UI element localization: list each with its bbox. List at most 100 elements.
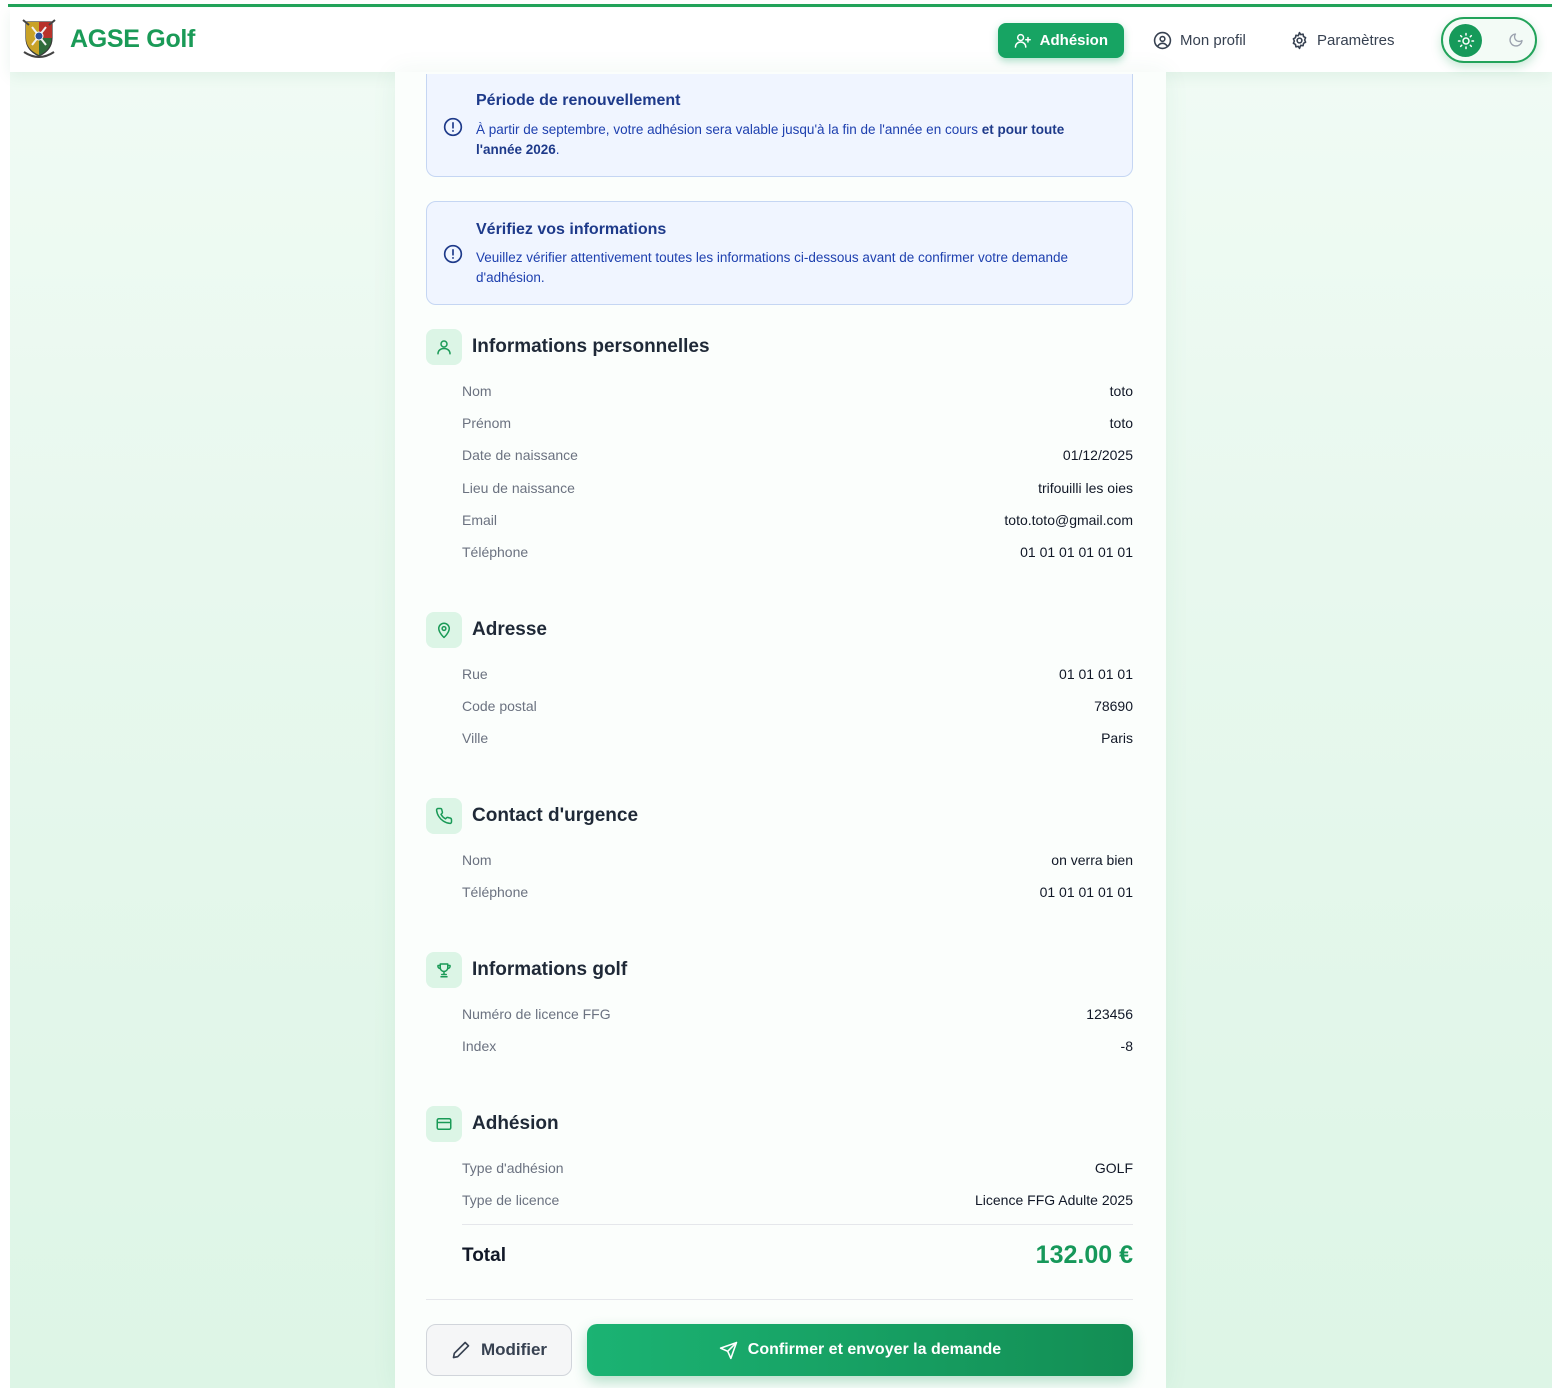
trophy-icon [437, 963, 451, 978]
info-row-phone: Téléphone 01 01 01 01 01 01 [462, 544, 1133, 564]
user-plus-icon [1014, 33, 1031, 48]
info-row-postal-code: Code postal 78690 [462, 698, 1133, 718]
info-row-index: Index -8 [462, 1038, 1133, 1058]
renewal-alert: Période de renouvellement À partir de se… [426, 74, 1133, 177]
section-icon-box [426, 329, 462, 365]
renewal-alert-text-end: . [555, 142, 560, 157]
info-row-membership-type: Type d'adhésion GOLF [462, 1160, 1133, 1180]
verify-alert-title: Vérifiez vos informations [476, 221, 667, 238]
golf-section-title: Informations golf [472, 959, 628, 980]
info-circle-icon [443, 244, 463, 264]
row-label: Téléphone [462, 544, 529, 560]
row-value: 01 01 01 01 [1059, 666, 1133, 682]
nav-adhesion-label: Adhésion [1039, 32, 1108, 49]
top-navbar: AGSE Golf Adhésion Mon profil Paramètres [10, 8, 1552, 72]
row-value: 01/12/2025 [1062, 447, 1133, 463]
info-row-city: Ville Paris [462, 730, 1133, 750]
row-value: toto [1109, 415, 1133, 431]
row-value: toto.toto@gmail.com [1004, 512, 1133, 528]
personal-section-title: Informations personnelles [472, 336, 710, 357]
pencil-icon [452, 1341, 470, 1359]
info-row-license-number: Numéro de licence FFG 123456 [462, 1006, 1133, 1026]
total-label: Total [462, 1245, 506, 1266]
info-circle-icon [443, 117, 463, 137]
section-icon-box [426, 952, 462, 988]
map-pin-icon [438, 622, 450, 639]
row-value: Paris [1101, 730, 1133, 746]
gear-icon [1292, 31, 1307, 50]
top-accent-bar [0, 0, 1552, 8]
row-value: toto [1109, 383, 1133, 399]
row-label: Rue [462, 666, 488, 682]
confirm-submit-button[interactable]: Confirmer et envoyer la demande [587, 1324, 1133, 1376]
nav-settings-label: Paramètres [1317, 32, 1395, 49]
renewal-alert-text-plain: À partir de septembre, votre adhésion se… [476, 122, 978, 137]
info-row-street: Rue 01 01 01 01 [462, 666, 1133, 686]
verify-alert: Vérifiez vos informations Veuillez vérif… [426, 201, 1133, 305]
nav-profile-link[interactable]: Mon profil [1137, 23, 1262, 58]
row-label: Lieu de naissance [462, 480, 575, 496]
row-value: 01 01 01 01 01 [1039, 884, 1133, 900]
info-row-birthdate: Date de naissance 01/12/2025 [462, 447, 1133, 467]
info-row-nom: Nom toto [462, 383, 1133, 403]
personal-section-header: Informations personnelles [426, 329, 710, 365]
row-label: Code postal [462, 698, 537, 714]
row-label: Type d'adhésion [462, 1160, 564, 1176]
golf-section-header: Informations golf [426, 952, 627, 988]
membership-section-title: Adhésion [472, 1113, 559, 1134]
section-icon-box [426, 798, 462, 834]
total-divider [462, 1224, 1133, 1225]
row-label: Type de licence [462, 1192, 560, 1208]
row-label: Nom [462, 852, 492, 868]
section-icon-box [426, 1106, 462, 1142]
info-row-license-type: Type de licence Licence FFG Adulte 2025 [462, 1192, 1133, 1212]
renewal-alert-text: À partir de septembre, votre adhésion se… [476, 120, 1106, 160]
section-icon-box [426, 612, 462, 648]
nav-settings-link[interactable]: Paramètres [1274, 23, 1411, 58]
info-row-emergency-name: Nom on verra bien [462, 852, 1133, 872]
verify-alert-text: Veuillez vérifier attentivement toutes l… [476, 250, 1069, 285]
brand[interactable]: AGSE Golf [20, 18, 195, 60]
actions-divider [426, 1299, 1133, 1300]
renewal-alert-title: Période de renouvellement [476, 92, 681, 109]
row-value: GOLF [1094, 1160, 1133, 1176]
theme-toggle[interactable] [1441, 17, 1537, 63]
row-value: 123456 [1086, 1006, 1133, 1022]
nav-profile-label: Mon profil [1180, 32, 1246, 49]
row-value: Licence FFG Adulte 2025 [975, 1192, 1133, 1208]
row-label: Ville [462, 730, 489, 746]
sun-icon [1457, 32, 1474, 49]
row-value: -8 [1120, 1038, 1133, 1054]
info-row-emergency-phone: Téléphone 01 01 01 01 01 [462, 884, 1133, 904]
nav-adhesion-button[interactable]: Adhésion [998, 23, 1124, 58]
total-amount: 132.00 € [1035, 1241, 1133, 1269]
credit-card-icon [436, 1118, 452, 1130]
row-value: 01 01 01 01 01 01 [1020, 544, 1133, 560]
info-row-prenom: Prénom toto [462, 415, 1133, 435]
row-label: Numéro de licence FFG [462, 1006, 611, 1022]
row-value: 78690 [1094, 698, 1133, 714]
phone-icon [435, 807, 453, 825]
confirm-button-label: Confirmer et envoyer la demande [747, 1341, 1002, 1358]
row-label: Nom [462, 383, 492, 399]
row-label: Téléphone [462, 884, 529, 900]
modify-button-label: Modifier [480, 1340, 548, 1359]
modify-button[interactable]: Modifier [426, 1324, 572, 1376]
row-label: Email [462, 512, 498, 528]
brand-name: AGSE Golf [70, 24, 196, 53]
row-label: Prénom [462, 415, 512, 431]
row-value: on verra bien [1051, 852, 1133, 868]
info-row-email: Email toto.toto@gmail.com [462, 512, 1133, 532]
membership-section-header: Adhésion [426, 1106, 559, 1142]
light-mode-button[interactable] [1449, 24, 1482, 57]
row-value: trifouilli les oies [1038, 480, 1133, 496]
dark-mode-button[interactable] [1503, 27, 1529, 53]
user-circle-icon [1153, 31, 1172, 50]
moon-icon [1509, 33, 1523, 47]
club-crest-icon [22, 19, 56, 58]
user-icon [437, 340, 451, 355]
emergency-section-header: Contact d'urgence [426, 798, 638, 834]
row-label: Date de naissance [462, 447, 578, 463]
emergency-section-title: Contact d'urgence [472, 805, 639, 826]
address-section-header: Adresse [426, 612, 547, 648]
